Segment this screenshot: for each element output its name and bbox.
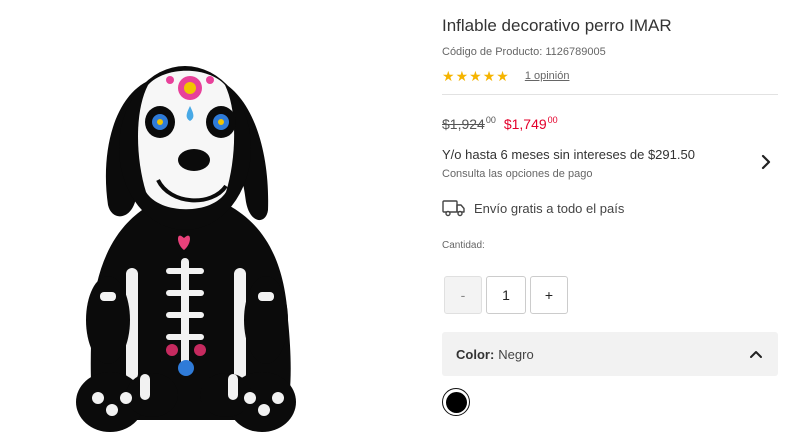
- divider: [442, 94, 778, 95]
- increase-quantity-button[interactable]: +: [530, 276, 568, 314]
- star-icon: ★: [496, 68, 509, 84]
- price-block: $1,924 00 $1,749 00: [442, 115, 558, 140]
- chevron-right-icon[interactable]: [758, 152, 774, 172]
- sale-price-cents: 00: [547, 115, 558, 125]
- old-price: $1,924: [442, 116, 485, 132]
- shipping-text: Envío gratis a todo el país: [474, 200, 625, 216]
- rating: ★ ★ ★ ★ ★ 1 opinión: [442, 68, 569, 84]
- payment-options-link[interactable]: Consulta las opciones de pago: [442, 168, 592, 180]
- product-code: Código de Producto: 1126789005: [442, 46, 606, 58]
- star-icon: ★: [442, 68, 455, 84]
- quantity-input[interactable]: [486, 276, 526, 314]
- product-info-panel: Inflable decorativo perro IMAR Código de…: [442, 0, 778, 444]
- decrease-quantity-button[interactable]: -: [444, 276, 482, 314]
- rating-stars: ★ ★ ★ ★ ★: [442, 68, 509, 84]
- star-icon: ★: [482, 68, 496, 84]
- swatch-fill: [445, 391, 467, 413]
- installments-text: Y/o hasta 6 meses sin intereses de $291.…: [442, 147, 695, 162]
- color-value: Negro: [498, 346, 534, 362]
- star-icon: ★: [455, 68, 469, 84]
- quantity-label: Cantidad:: [442, 240, 485, 251]
- old-price-cents: 00: [485, 115, 496, 125]
- color-swatch-negro[interactable]: [442, 388, 470, 416]
- quantity-stepper: - +: [444, 276, 568, 314]
- shipping-info: Envío gratis a todo el país: [442, 198, 624, 218]
- reviews-link[interactable]: 1 opinión: [525, 70, 570, 82]
- product-title: Inflable decorativo perro IMAR: [442, 16, 672, 35]
- chevron-up-icon[interactable]: [748, 346, 764, 362]
- color-label: Color:: [456, 346, 495, 362]
- product-image: [0, 0, 420, 444]
- color-accordion[interactable]: Color: Negro: [442, 332, 778, 376]
- sale-price: $1,749: [503, 116, 547, 132]
- truck-icon: [442, 200, 465, 217]
- star-icon: ★: [469, 68, 482, 84]
